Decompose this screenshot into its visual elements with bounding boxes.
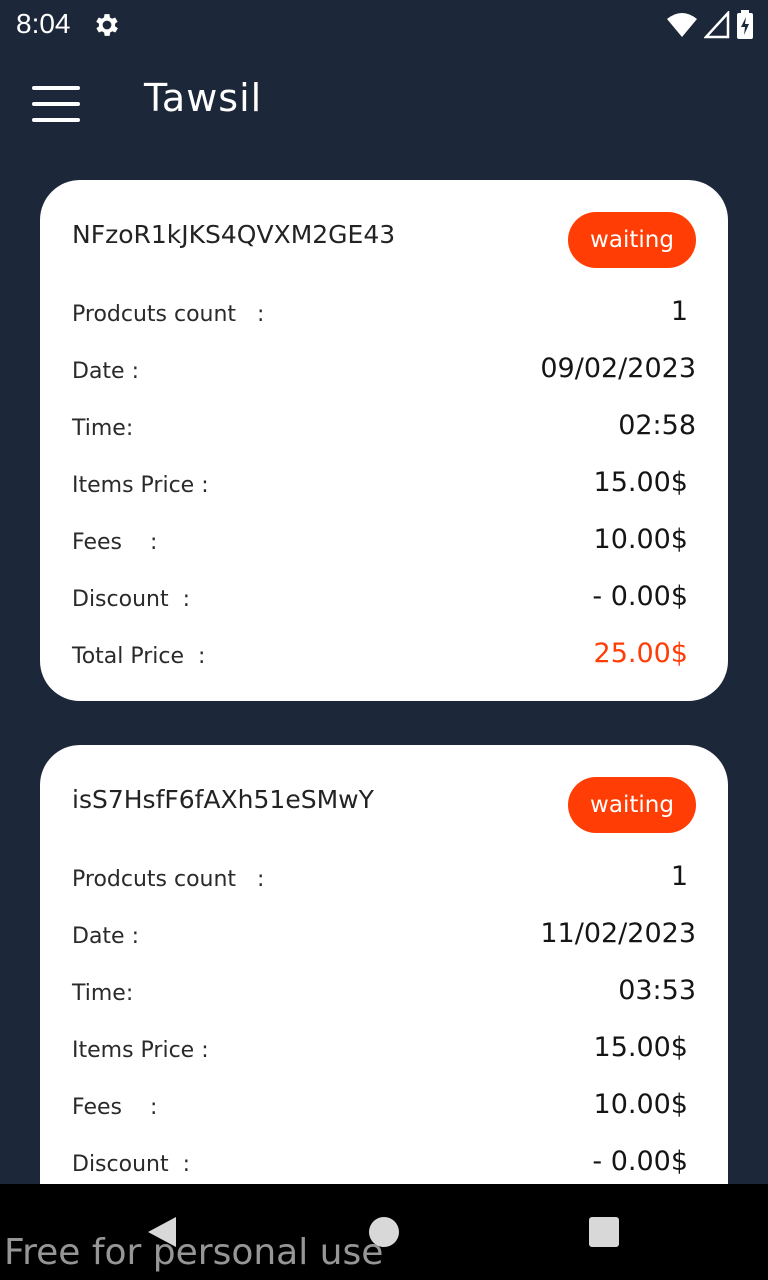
time-row: Time: 03:53 [72, 975, 696, 1015]
row-value: 15.00$ [593, 1032, 688, 1063]
time-row: Time: 02:58 [72, 410, 696, 450]
row-label: Date : [72, 924, 139, 949]
status-time: 8:04 [16, 8, 71, 39]
recent-apps-icon[interactable] [589, 1217, 619, 1247]
row-label: Fees : [72, 1095, 158, 1120]
status-badge[interactable]: waiting [568, 777, 696, 833]
app-title: Tawsil [144, 76, 263, 120]
row-value: - 0.00$ [592, 581, 688, 612]
row-value: 10.00$ [593, 524, 688, 555]
row-value: 1 [670, 296, 688, 327]
row-value: 03:53 [618, 975, 696, 1006]
row-label: Discount : [72, 587, 190, 612]
row-label: Prodcuts count : [72, 867, 265, 892]
status-badge[interactable]: waiting [568, 212, 696, 268]
row-label: Total Price : [72, 644, 206, 669]
watermark-text: Free for personal use [4, 1232, 384, 1273]
row-label: Items Price : [72, 1038, 209, 1063]
items-price-row: Items Price : 15.00$ [72, 467, 696, 507]
row-label: Prodcuts count : [72, 302, 265, 327]
order-card[interactable]: NFzoR1kJKS4QVXM2GE43 waiting Prodcuts co… [40, 180, 728, 701]
signal-icon [704, 11, 730, 39]
row-label: Time: [72, 416, 134, 441]
row-value: 11/02/2023 [540, 918, 696, 949]
wifi-icon [667, 13, 697, 37]
discount-row: Discount : - 0.00$ [72, 581, 696, 621]
gear-icon [96, 14, 118, 36]
fees-row: Fees : 10.00$ [72, 1089, 696, 1129]
order-id: isS7HsfF6fAXh51eSMwY [72, 785, 374, 814]
total-price-row: Total Price : 25.00$ [72, 638, 696, 678]
row-label: Date : [72, 359, 139, 384]
row-label: Discount : [72, 1152, 190, 1177]
row-value: 1 [670, 861, 688, 892]
row-value: - 0.00$ [592, 1146, 688, 1177]
row-label: Fees : [72, 530, 158, 555]
order-id: NFzoR1kJKS4QVXM2GE43 [72, 220, 396, 249]
row-value: 10.00$ [593, 1089, 688, 1120]
fees-row: Fees : 10.00$ [72, 524, 696, 564]
items-price-row: Items Price : 15.00$ [72, 1032, 696, 1072]
hamburger-menu-icon[interactable] [30, 84, 82, 124]
battery-charging-icon [737, 10, 753, 39]
total-price-value: 25.00$ [593, 638, 688, 669]
row-label: Time: [72, 981, 134, 1006]
date-row: Date : 11/02/2023 [72, 918, 696, 958]
status-bar: 8:04 [0, 0, 768, 48]
row-value: 02:58 [618, 410, 696, 441]
products-count-row: Prodcuts count : 1 [72, 296, 696, 336]
date-row: Date : 09/02/2023 [72, 353, 696, 393]
row-value: 09/02/2023 [540, 353, 696, 384]
app-bar: Tawsil [0, 48, 768, 160]
row-value: 15.00$ [593, 467, 688, 498]
discount-row: Discount : - 0.00$ [72, 1146, 696, 1186]
row-label: Items Price : [72, 473, 209, 498]
products-count-row: Prodcuts count : 1 [72, 861, 696, 901]
